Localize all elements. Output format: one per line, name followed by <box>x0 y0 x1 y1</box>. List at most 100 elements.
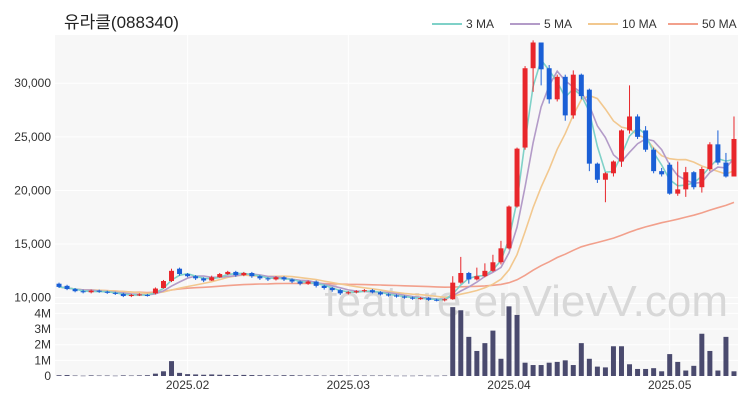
candle-body <box>651 149 657 172</box>
volume-bar <box>394 375 399 377</box>
candle-body <box>546 68 552 100</box>
volume-bar <box>152 373 158 376</box>
candle-body <box>426 298 432 300</box>
volume-bar <box>675 361 681 376</box>
candle-body <box>249 272 255 277</box>
volume-bar <box>442 375 448 377</box>
candle-body <box>185 274 191 277</box>
volume-bar <box>385 375 391 377</box>
volume-bar <box>506 306 512 376</box>
candle-body <box>289 279 295 282</box>
candle-body <box>96 290 102 292</box>
x-tick-label: 2025.04 <box>487 378 531 392</box>
volume-bar <box>209 374 215 376</box>
volume-bar <box>289 375 295 376</box>
candle-body <box>691 172 697 188</box>
candle-body <box>337 290 343 294</box>
volume-bar <box>329 375 335 376</box>
volume-bar <box>667 354 673 376</box>
volume-bar <box>410 375 416 377</box>
volume-bar <box>731 371 737 376</box>
candle-body <box>104 291 110 293</box>
candle-body <box>112 292 118 294</box>
candle-body <box>56 283 62 287</box>
candle-body <box>562 76 568 116</box>
price-y-tick-label: 25,000 <box>14 130 51 144</box>
volume-bar <box>96 375 102 377</box>
candle-body <box>369 290 375 293</box>
price-y-tick-label: 20,000 <box>14 183 51 197</box>
volume-bar <box>570 365 576 376</box>
candle-body <box>257 276 263 279</box>
volume-bar <box>337 375 343 376</box>
candle-body <box>377 292 383 295</box>
volume-bar <box>241 374 247 376</box>
volume-bar <box>257 375 263 376</box>
volume-bar <box>225 374 231 376</box>
candle-body <box>450 282 456 300</box>
volume-bar <box>530 365 536 376</box>
candle-body <box>659 171 665 175</box>
volume-bar <box>273 375 279 376</box>
candle-body <box>80 291 86 293</box>
x-tick-label: 2025.02 <box>166 378 210 392</box>
candle-body <box>514 148 520 207</box>
volume-bar <box>193 374 199 376</box>
candle-body <box>683 172 689 190</box>
candle-body <box>466 272 472 280</box>
volume-bar <box>490 330 496 376</box>
candle-body <box>265 278 271 280</box>
volume-bar <box>120 375 126 376</box>
candle-body <box>723 162 729 177</box>
candle-body <box>715 144 721 163</box>
volume-bar <box>305 375 311 376</box>
volume-bar <box>618 346 624 376</box>
candle-body <box>402 296 408 298</box>
volume-bar <box>104 375 110 377</box>
volume-bar <box>466 336 472 376</box>
volume-bar <box>538 365 544 376</box>
candle-body <box>241 272 247 276</box>
volume-bar <box>233 375 239 376</box>
volume-bar <box>610 346 616 376</box>
volume-bar <box>418 375 424 377</box>
volume-bar <box>683 370 689 376</box>
volume-bar <box>474 350 480 376</box>
candle-body <box>329 287 335 291</box>
volume-bar <box>434 375 440 377</box>
volume-bar <box>586 358 592 376</box>
candle-body <box>522 68 528 148</box>
volume-bar <box>313 375 319 376</box>
candle-body <box>498 248 504 263</box>
candle-body <box>538 42 544 70</box>
legend-entry: 50 MA <box>702 17 737 31</box>
volume-bar <box>80 375 86 377</box>
price-y-tick-label: 15,000 <box>14 237 51 251</box>
volume-bar <box>723 336 729 376</box>
volume-bar <box>249 375 255 376</box>
legend-entry: 3 MA <box>466 17 494 31</box>
volume-bar <box>217 374 223 376</box>
candle-body <box>72 289 78 292</box>
candle-body <box>627 116 633 131</box>
volume-bar <box>160 371 166 376</box>
volume-bar <box>450 307 456 376</box>
volume-bar <box>72 375 78 377</box>
legend: 3 MA 5 MA 10 MA 50 MA <box>432 17 737 31</box>
volume-bar <box>281 375 287 376</box>
candle-body <box>321 285 327 288</box>
volume-bar <box>136 375 142 376</box>
candle-body <box>586 89 592 164</box>
volume-bar <box>377 375 383 377</box>
candle-body <box>193 276 199 279</box>
volume-bar <box>546 362 552 376</box>
candle-body <box>233 271 239 276</box>
candle-body <box>506 206 512 249</box>
candle-body <box>458 272 464 283</box>
candle-body <box>209 277 215 281</box>
volume-bar <box>651 368 657 376</box>
candle-body <box>699 169 705 188</box>
volume-bar <box>144 375 150 376</box>
volume-y-tick-label: 0 <box>44 369 51 383</box>
volume-y-tick-label: 3M <box>34 322 51 336</box>
